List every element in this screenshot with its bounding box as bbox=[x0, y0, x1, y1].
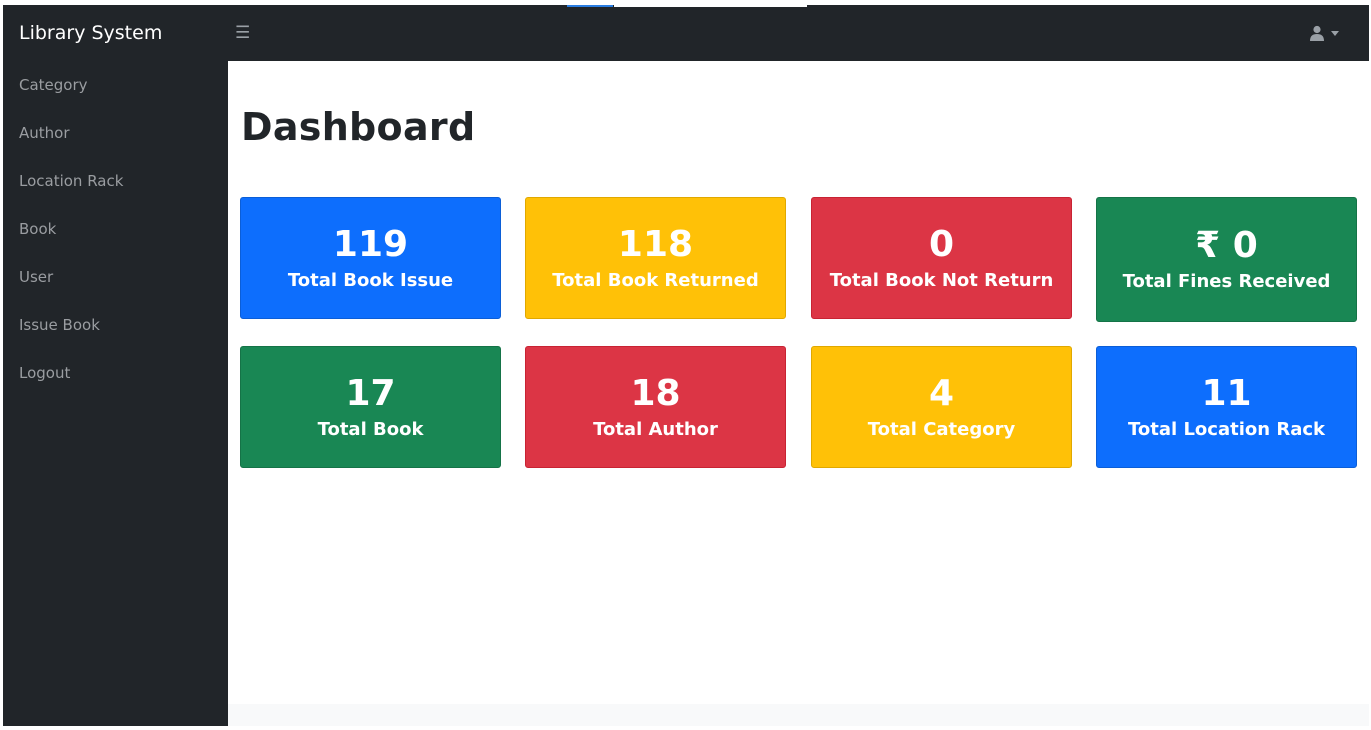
brand-title[interactable]: Library System bbox=[3, 5, 228, 61]
card-label: Total Book Not Return bbox=[829, 269, 1054, 291]
card-label: Total Book bbox=[317, 418, 424, 440]
footer bbox=[228, 704, 1369, 726]
sidebar-item-issue-book[interactable]: Issue Book bbox=[3, 301, 228, 349]
sidebar-item-user[interactable]: User bbox=[3, 253, 228, 301]
sidebar-toggle-icon[interactable]: ☰ bbox=[228, 5, 250, 61]
card-label: Total Book Issue bbox=[287, 269, 454, 291]
sidebar-item-logout[interactable]: Logout bbox=[3, 349, 228, 397]
card-value: 11 bbox=[1201, 372, 1252, 414]
app-window: Library System ☰ Category Author Locatio… bbox=[3, 5, 1369, 726]
card-value: 119 bbox=[332, 223, 409, 265]
top-tab-indicator bbox=[567, 5, 613, 7]
card-total-book-returned[interactable]: 118 Total Book Returned bbox=[525, 197, 786, 319]
sidebar: Category Author Location Rack Book User … bbox=[3, 61, 228, 726]
card-label: Total Category bbox=[867, 418, 1016, 440]
card-value: 4 bbox=[928, 372, 955, 414]
main-content: Dashboard 119 Total Book Issue 118 Total… bbox=[228, 61, 1369, 726]
card-label: Total Book Returned bbox=[552, 269, 759, 291]
chevron-down-icon bbox=[1331, 30, 1339, 36]
card-label: Total Fines Received bbox=[1122, 271, 1331, 292]
card-total-book-issue[interactable]: 119 Total Book Issue bbox=[240, 197, 501, 319]
card-label: Total Author bbox=[593, 418, 718, 440]
card-label: Total Location Rack bbox=[1128, 418, 1325, 440]
card-value: 118 bbox=[617, 223, 694, 265]
card-total-book-not-return[interactable]: 0 Total Book Not Return bbox=[811, 197, 1072, 319]
card-total-author[interactable]: 18 Total Author bbox=[525, 346, 786, 468]
card-value: 17 bbox=[345, 372, 396, 414]
sidebar-item-category[interactable]: Category bbox=[3, 61, 228, 109]
sidebar-item-author[interactable]: Author bbox=[3, 109, 228, 157]
card-value: 0 bbox=[928, 223, 955, 265]
sidebar-item-location-rack[interactable]: Location Rack bbox=[3, 157, 228, 205]
page-title: Dashboard bbox=[241, 105, 476, 149]
sidebar-item-book[interactable]: Book bbox=[3, 205, 228, 253]
card-total-category[interactable]: 4 Total Category bbox=[811, 346, 1072, 468]
card-total-fines-received[interactable]: ₹ 0 Total Fines Received bbox=[1096, 197, 1357, 322]
top-navbar: Library System ☰ bbox=[3, 5, 1369, 61]
card-value: ₹ 0 bbox=[1195, 225, 1258, 266]
user-menu-button[interactable] bbox=[1309, 5, 1339, 61]
card-total-book[interactable]: 17 Total Book bbox=[240, 346, 501, 468]
user-icon bbox=[1309, 25, 1325, 41]
card-value: 18 bbox=[630, 372, 681, 414]
top-tab-strip bbox=[614, 5, 807, 7]
card-total-location-rack[interactable]: 11 Total Location Rack bbox=[1096, 346, 1357, 468]
